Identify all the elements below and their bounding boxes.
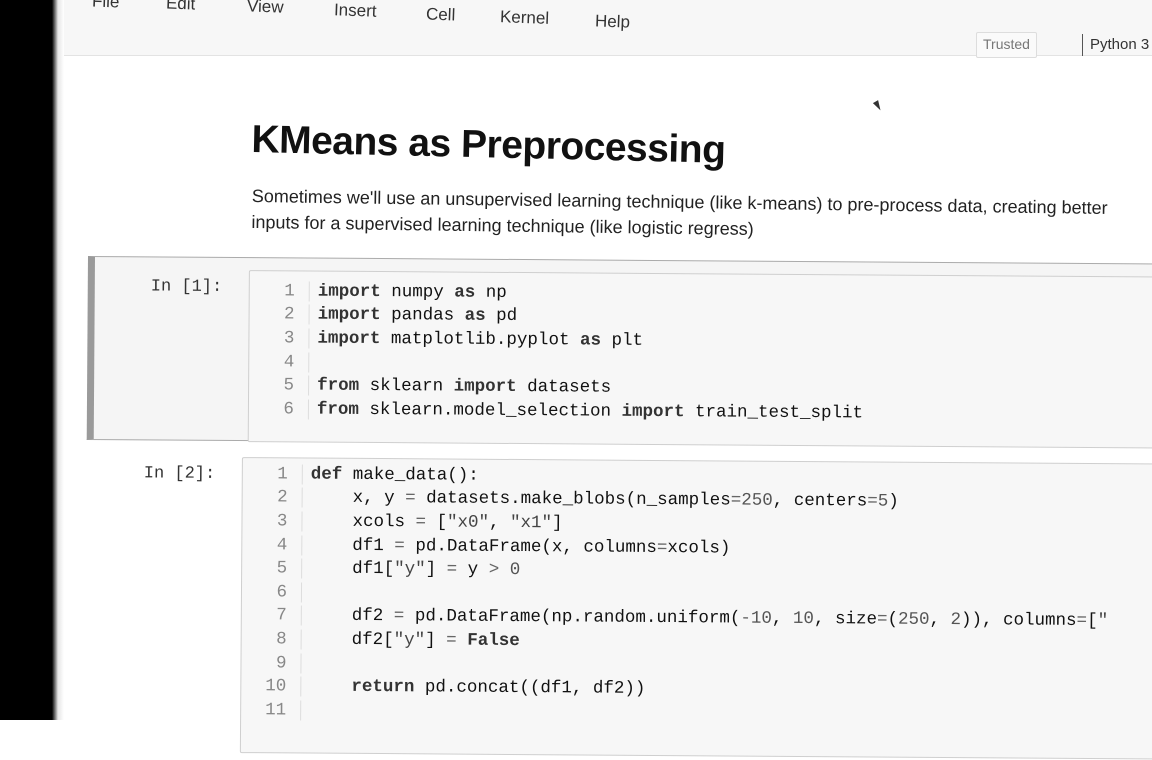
menu-insert[interactable]: Insert <box>334 0 377 21</box>
menu-help[interactable]: Help <box>595 11 631 32</box>
notebook-intro-text: Sometimes we'll use an unsupervised lear… <box>251 185 1108 240</box>
code-input-area[interactable]: 1 import numpy as np 2 import pandas as pd… <box>247 270 1152 449</box>
menu-file[interactable]: File <box>92 0 120 12</box>
cell-prompt: In [2]: <box>143 464 216 484</box>
kernel-indicator[interactable]: Python 3 <box>1082 34 1149 56</box>
code-input-area[interactable]: 1 def make_data(): 2 x, y = datasets.make… <box>239 457 1152 760</box>
code-cell-1[interactable]: In [1]: 1 import numpy as np 2 import pand… <box>86 256 1152 449</box>
notebook-title: KMeans as Preprocessing <box>251 118 726 172</box>
code-line: 6 from sklearn.model_selection import tra… <box>248 397 1152 427</box>
menu-kernel[interactable]: Kernel <box>500 7 550 29</box>
trusted-indicator[interactable]: Trusted <box>976 32 1037 58</box>
menu-view[interactable]: View <box>247 0 284 18</box>
screen-edge-shadow <box>0 0 64 720</box>
code-line: 11 <box>241 698 1152 728</box>
code-cell-2[interactable]: In [2]: 1 def make_data(): 2 x, y = datas… <box>86 446 1152 760</box>
menu-edit[interactable]: Edit <box>166 0 196 15</box>
cell-prompt: In [1]: <box>150 277 223 297</box>
menu-cell[interactable]: Cell <box>426 4 456 25</box>
mouse-cursor-icon <box>872 100 884 112</box>
